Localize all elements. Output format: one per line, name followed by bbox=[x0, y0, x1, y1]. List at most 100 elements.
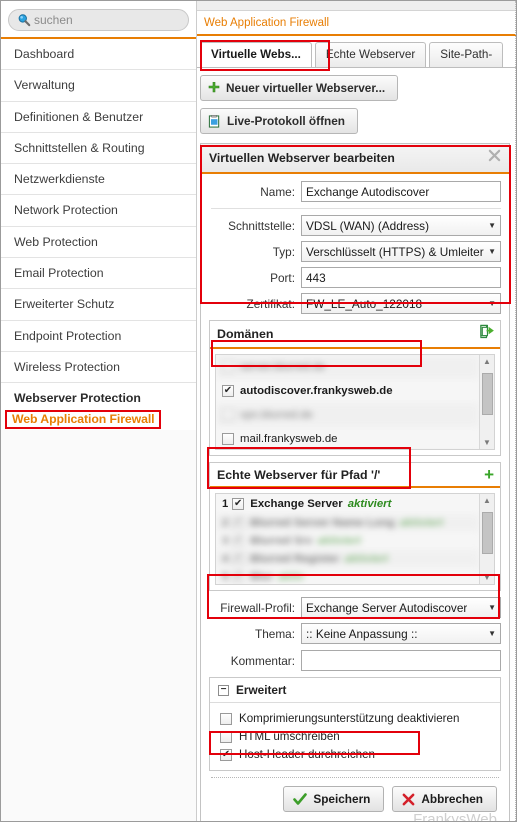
real-webservers-list[interactable]: 1 Exchange Server aktiviert 2 Blurred Se… bbox=[215, 493, 495, 585]
sidebar-group-webserver-protection[interactable]: Webserver Protection bbox=[1, 383, 196, 410]
button-label: Abbrechen bbox=[421, 792, 483, 806]
tab-site-path-routing[interactable]: Site-Path- bbox=[429, 42, 504, 67]
list-item[interactable]: 4 Blurred Register aktiviert bbox=[216, 550, 479, 568]
sidebar-item-erweiterter-schutz[interactable]: Erweiterter Schutz bbox=[1, 289, 196, 321]
typ-value: Verschlüsselt (HTTPS) & Umleiter bbox=[306, 244, 484, 259]
field-row-name: Name: Exchange Autodiscover bbox=[209, 181, 501, 202]
list-item-label: Blurred Register bbox=[250, 553, 340, 565]
row-index: 4 bbox=[222, 553, 229, 565]
list-item[interactable]: server.blurred.de bbox=[216, 355, 479, 379]
button-label: Neuer virtueller Webserver... bbox=[226, 81, 386, 95]
collapse-minus-icon[interactable]: − bbox=[218, 684, 229, 696]
sidebar-item-netzwerkdienste[interactable]: Netzwerkdienste bbox=[1, 164, 196, 196]
typ-label: Typ: bbox=[272, 244, 295, 259]
sidebar-item-web-protection[interactable]: Web Protection bbox=[1, 226, 196, 259]
checkbox[interactable] bbox=[222, 433, 234, 445]
list-item[interactable]: vpn.blurred.de bbox=[216, 403, 479, 427]
zertifikat-select[interactable]: FW_LE_Auto_122018 ▼ bbox=[301, 293, 501, 314]
save-button[interactable]: Speichern bbox=[283, 786, 385, 812]
status-badge: aktiviert bbox=[317, 535, 361, 547]
chevron-down-icon[interactable]: ▼ bbox=[483, 573, 491, 582]
name-input[interactable]: Exchange Autodiscover bbox=[301, 181, 501, 202]
toolbar: Neuer virtueller Webserver... Live-Proto… bbox=[197, 68, 516, 141]
main-content: Web Application Firewall Virtuelle Webs.… bbox=[197, 1, 516, 821]
tab-echte-webserver[interactable]: Echte Webserver bbox=[314, 42, 427, 67]
thema-select[interactable]: :: Keine Anpassung :: ▼ bbox=[301, 623, 501, 644]
sidebar-item-endpoint-protection[interactable]: Endpoint Protection bbox=[1, 320, 196, 352]
magnifier-icon bbox=[17, 13, 31, 27]
list-item[interactable]: 5 Blur aktiv bbox=[216, 568, 479, 584]
export-icon[interactable] bbox=[479, 324, 494, 344]
chevron-down-icon: ▼ bbox=[488, 603, 496, 612]
list-item[interactable]: 3 Blurred Srv aktiviert bbox=[216, 532, 479, 550]
scrollbar-thumb[interactable] bbox=[482, 373, 493, 415]
checkbox[interactable] bbox=[222, 409, 234, 421]
schnittstelle-value: VDSL (WAN) (Address) bbox=[306, 218, 430, 233]
cancel-button[interactable]: Abbrechen bbox=[392, 786, 497, 812]
list-item[interactable]: autodiscover.frankysweb.de bbox=[216, 379, 479, 403]
scrollbar-thumb[interactable] bbox=[482, 512, 493, 554]
sidebar-item-label: Verwaltung bbox=[14, 78, 75, 93]
row-index: 3 bbox=[222, 535, 229, 547]
sidebar-item-dashboard[interactable]: Dashboard bbox=[1, 39, 196, 71]
sidebar-item-definitionen-benutzer[interactable]: Definitionen & Benutzer bbox=[1, 101, 196, 133]
domains-list[interactable]: server.blurred.de autodiscover.frankyswe… bbox=[215, 354, 495, 450]
search-box[interactable] bbox=[8, 9, 189, 31]
sidebar-item-label: Erweiterter Schutz bbox=[14, 297, 115, 312]
list-item[interactable]: 2 Blurred Server Name Long aktiviert bbox=[216, 514, 479, 532]
checkbox-row-rewrite-html[interactable]: HTML umschreiben bbox=[220, 730, 492, 743]
checkbox[interactable] bbox=[232, 571, 245, 583]
tab-virtuelle-webserver[interactable]: Virtuelle Webs... bbox=[200, 42, 312, 67]
sidebar-item-schnittstellen-routing[interactable]: Schnittstellen & Routing bbox=[1, 132, 196, 165]
chevron-up-icon[interactable]: ▲ bbox=[483, 496, 491, 505]
port-input[interactable]: 443 bbox=[301, 267, 501, 288]
sidebar-search bbox=[1, 1, 196, 39]
sidebar-item-wireless-protection[interactable]: Wireless Protection bbox=[1, 351, 196, 384]
checkbox[interactable] bbox=[232, 498, 245, 510]
sidebar-item-label: Netzwerkdienste bbox=[14, 172, 105, 187]
plus-icon[interactable]: + bbox=[484, 466, 494, 483]
list-item-label: Blurred Server Name Long bbox=[250, 517, 395, 529]
checkbox[interactable] bbox=[232, 553, 245, 565]
sidebar-item-web-application-firewall[interactable]: Web Application Firewall bbox=[1, 409, 196, 430]
sidebar-item-label: Definitionen & Benutzer bbox=[14, 109, 144, 124]
list-item-label: Exchange Server bbox=[250, 498, 343, 510]
list-item-label: vpn.blurred.de bbox=[240, 409, 313, 421]
checkbox[interactable] bbox=[222, 361, 234, 373]
checkbox[interactable] bbox=[232, 517, 245, 529]
real-webservers-scrollbar[interactable]: ▲ ▼ bbox=[479, 494, 494, 584]
sidebar-item-label: Schnittstellen & Routing bbox=[14, 140, 145, 155]
kommentar-input[interactable] bbox=[301, 650, 501, 671]
chevron-up-icon[interactable]: ▲ bbox=[483, 357, 491, 366]
checkbox-row-disable-compression[interactable]: Komprimierungsunterstützung deaktivieren bbox=[220, 712, 492, 725]
close-icon[interactable] bbox=[488, 149, 501, 167]
list-item-label: Blurred Srv bbox=[250, 535, 313, 547]
list-item[interactable]: 1 Exchange Server aktiviert bbox=[216, 494, 479, 514]
firewall-profil-select[interactable]: Exchange Server Autodiscover ▼ bbox=[301, 597, 501, 618]
new-virtual-webserver-button[interactable]: Neuer virtueller Webserver... bbox=[200, 75, 399, 101]
sidebar-item-verwaltung[interactable]: Verwaltung bbox=[1, 70, 196, 102]
checkbox[interactable] bbox=[220, 730, 232, 743]
sidebar-item-network-protection[interactable]: Network Protection bbox=[1, 195, 196, 227]
advanced-header[interactable]: − Erweitert bbox=[210, 678, 500, 703]
checkbox[interactable] bbox=[220, 748, 232, 761]
log-icon bbox=[208, 114, 221, 128]
list-item-label: server.blurred.de bbox=[240, 361, 326, 373]
checkbox[interactable] bbox=[232, 535, 245, 547]
sidebar-item-email-protection[interactable]: Email Protection bbox=[1, 258, 196, 290]
sidebar-filler bbox=[1, 430, 196, 821]
chevron-down-icon: ▼ bbox=[488, 299, 496, 308]
edit-virtual-webserver-dialog: Virtuellen Webserver bearbeiten Name: Ex… bbox=[200, 143, 510, 821]
domains-scrollbar[interactable]: ▲ ▼ bbox=[479, 355, 494, 449]
list-item[interactable]: mail.frankysweb.de bbox=[216, 427, 479, 449]
checkbox-row-pass-host-header[interactable]: Host-Header durchreichen bbox=[220, 748, 492, 761]
schnittstelle-select[interactable]: VDSL (WAN) (Address) ▼ bbox=[301, 215, 501, 236]
typ-select[interactable]: Verschlüsselt (HTTPS) & Umleiter ▼ bbox=[301, 241, 501, 262]
search-input[interactable] bbox=[34, 13, 180, 27]
checkbox[interactable] bbox=[222, 385, 234, 397]
checkbox[interactable] bbox=[220, 712, 232, 725]
tab-label: Virtuelle Webs... bbox=[211, 48, 301, 61]
chevron-down-icon[interactable]: ▼ bbox=[483, 438, 491, 447]
checkbox-label: HTML umschreiben bbox=[239, 730, 340, 743]
open-live-log-button[interactable]: Live-Protokoll öffnen bbox=[200, 108, 358, 134]
